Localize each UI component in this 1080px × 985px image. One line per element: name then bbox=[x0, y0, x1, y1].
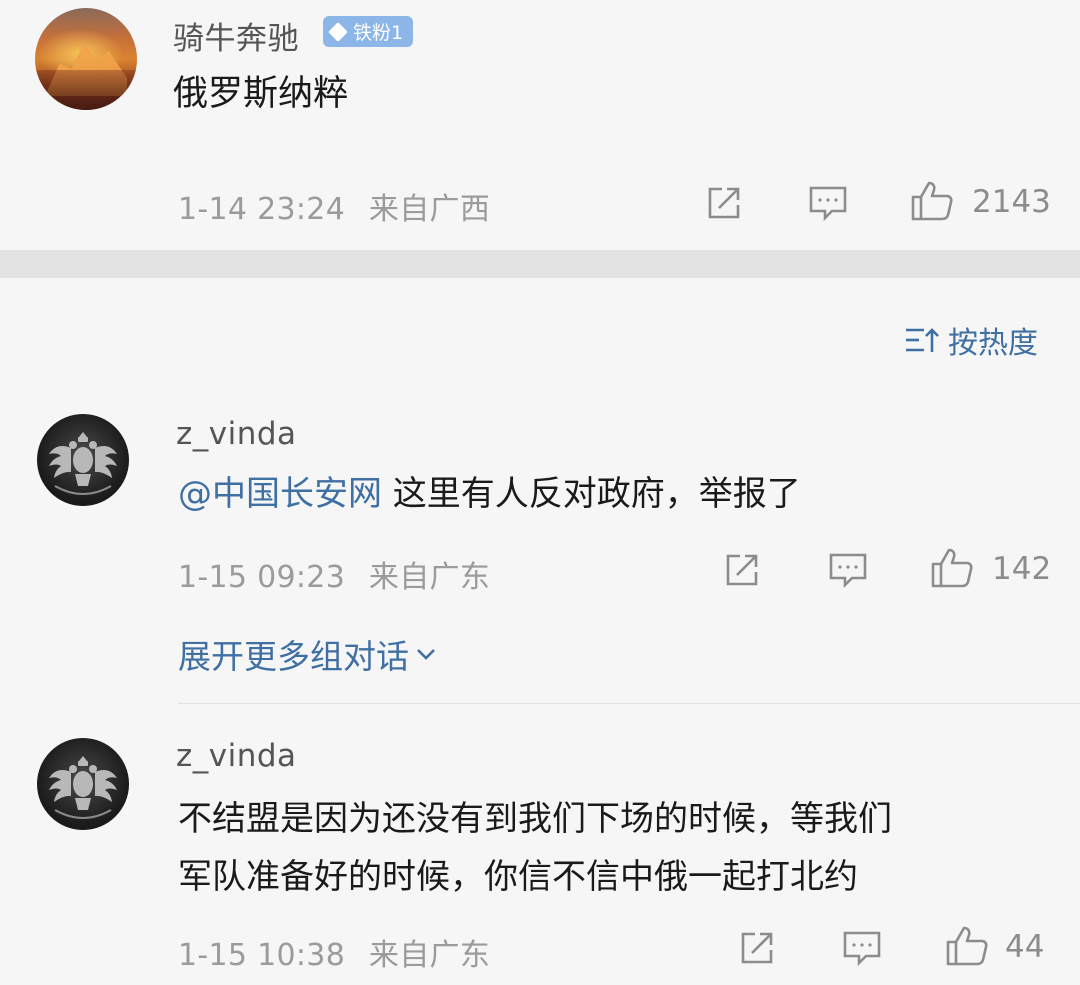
comment-icon bbox=[809, 186, 847, 222]
share-button[interactable] bbox=[738, 929, 776, 967]
thumbs-up-icon bbox=[931, 548, 973, 588]
comment-location: 来自广东 bbox=[368, 938, 491, 973]
comment-location: 来自广东 bbox=[368, 560, 491, 595]
mention-link[interactable]: @中国长安网 bbox=[178, 474, 382, 514]
comment-meta: 1-15 09:23 来自广东 bbox=[178, 552, 490, 596]
comment-button[interactable] bbox=[808, 184, 848, 222]
comment-body-line: 军队准备好的时候，你信不信中俄一起打北约 bbox=[178, 857, 858, 897]
comments-section: 按热度 z_vinda @中国长安网 这里有人反对政府，举报了 1-15 09:… bbox=[0, 278, 1080, 985]
fan-badge-label: 铁粉1 bbox=[353, 22, 404, 44]
comment-timestamp: 1-15 10:38 bbox=[178, 938, 346, 973]
comment-timestamp: 1-15 09:23 bbox=[178, 560, 346, 595]
comment-divider bbox=[178, 703, 1080, 704]
like-button[interactable]: 44 bbox=[945, 925, 1044, 967]
like-button[interactable]: 2143 bbox=[910, 180, 1051, 222]
comment-icon bbox=[843, 931, 881, 967]
section-separator bbox=[0, 250, 1080, 278]
like-count: 2143 bbox=[972, 184, 1051, 220]
diamond-icon bbox=[328, 21, 348, 42]
share-button[interactable] bbox=[723, 551, 761, 589]
post-meta: 1-14 23:24 来自广西 bbox=[178, 184, 490, 228]
share-icon bbox=[741, 932, 773, 964]
sort-icon bbox=[906, 328, 939, 352]
post-timestamp: 1-14 23:24 bbox=[178, 192, 346, 227]
double-eagle-emblem-icon bbox=[49, 432, 117, 495]
expand-conversation-link[interactable]: 展开更多组对话 bbox=[178, 630, 437, 678]
fan-badge[interactable]: 铁粉1 bbox=[323, 16, 414, 47]
like-count: 44 bbox=[1005, 929, 1045, 965]
thumbs-up-icon bbox=[911, 181, 953, 221]
comment-meta: 1-15 10:38 来自广东 bbox=[178, 930, 490, 974]
sort-label: 按热度 bbox=[948, 326, 1038, 361]
avatar[interactable] bbox=[37, 738, 129, 830]
like-count: 142 bbox=[992, 551, 1052, 587]
thumbs-up-icon bbox=[946, 926, 988, 966]
post-username[interactable]: 骑牛奔驰 bbox=[173, 13, 299, 58]
avatar[interactable] bbox=[37, 414, 129, 506]
post-text: 俄罗斯纳粹 bbox=[173, 74, 349, 114]
like-button[interactable]: 142 bbox=[930, 547, 1051, 589]
comment-button[interactable] bbox=[842, 929, 882, 967]
original-post: 骑牛奔驰 铁粉1 俄罗斯纳粹 1-14 23:24 来自广西 2143 bbox=[0, 0, 1080, 250]
double-eagle-emblem-icon bbox=[49, 756, 117, 819]
post-location: 来自广西 bbox=[368, 192, 491, 227]
avatar[interactable] bbox=[35, 8, 137, 110]
comment-username[interactable]: z_vinda bbox=[176, 416, 297, 452]
sort-by-hot-button[interactable]: 按热度 bbox=[904, 318, 1038, 362]
weibo-comments-page: 骑牛奔驰 铁粉1 俄罗斯纳粹 1-14 23:24 来自广西 2143 按热度 … bbox=[0, 0, 1080, 985]
share-icon bbox=[726, 554, 758, 586]
share-button[interactable] bbox=[705, 184, 743, 222]
comment-icon bbox=[829, 553, 867, 589]
expand-label: 展开更多组对话 bbox=[178, 637, 409, 676]
comment-text: @中国长安网 这里有人反对政府，举报了 bbox=[178, 468, 801, 520]
comment-body: 这里有人反对政府，举报了 bbox=[382, 474, 801, 514]
chevron-down-icon bbox=[417, 649, 435, 660]
share-icon bbox=[708, 187, 740, 219]
comment-button[interactable] bbox=[828, 551, 868, 589]
comment-username[interactable]: z_vinda bbox=[176, 738, 297, 774]
comment-body-line: 不结盟是因为还没有到我们下场的时候，等我们 bbox=[178, 799, 892, 839]
comment-text: 不结盟是因为还没有到我们下场的时候，等我们 军队准备好的时候，你信不信中俄一起打… bbox=[178, 790, 892, 906]
